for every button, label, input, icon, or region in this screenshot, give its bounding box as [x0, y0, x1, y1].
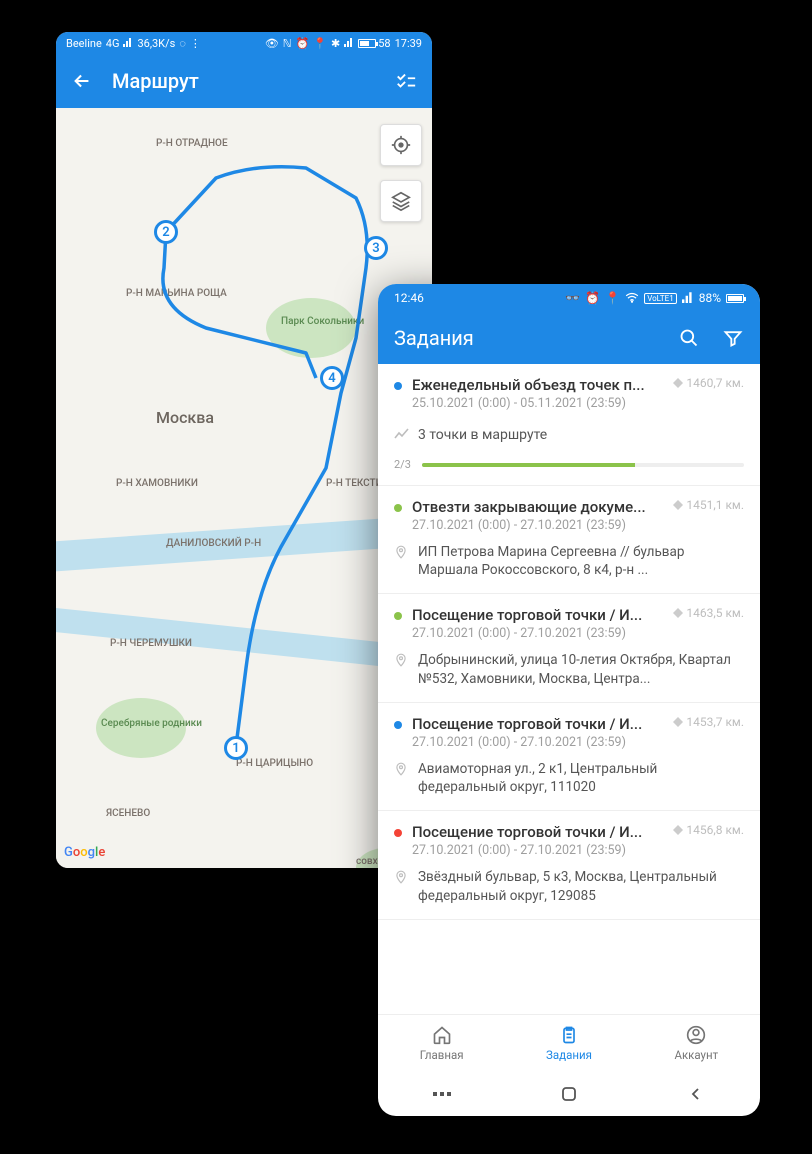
eye-icon: 👁: [265, 37, 279, 50]
task-distance: 1463,5 км.: [673, 606, 744, 620]
location-icon: [394, 761, 410, 781]
nav-label: Аккаунт: [674, 1048, 718, 1062]
task-dates: 27.10.2021 (0:00) - 27.10.2021 (23:59): [412, 735, 663, 750]
bubble-icon: ◌: [179, 37, 186, 50]
status-dot: [394, 382, 402, 390]
points-label: 3 точки в маршруте: [418, 427, 547, 443]
task-title: Отвезти закрывающие докуме...: [412, 498, 663, 516]
dots-icon: ⋮: [190, 37, 201, 50]
task-item[interactable]: Посещение торговой точки / И... 27.10.202…: [378, 811, 760, 919]
home-button[interactable]: [559, 1084, 579, 1104]
nav-account[interactable]: Аккаунт: [633, 1015, 760, 1072]
task-address: Звёздный бульвар, 5 к3, Москва, Централь…: [418, 868, 744, 904]
task-dates: 27.10.2021 (0:00) - 27.10.2021 (23:59): [412, 843, 663, 858]
task-item[interactable]: Еженедельный объезд точек п... 25.10.202…: [378, 364, 760, 486]
appbar-title: Задания: [394, 326, 474, 350]
phone-tasks: 12:46 👓 ⏰ 📍 VoLTE1 88% Задания: [378, 284, 760, 1116]
location-icon: 📍: [313, 37, 327, 50]
battery-icon: 58: [358, 37, 390, 50]
status-dot: [394, 504, 402, 512]
task-distance: 1453,7 км.: [673, 715, 744, 729]
map-pin-1[interactable]: 1: [224, 736, 248, 760]
task-dates: 27.10.2021 (0:00) - 27.10.2021 (23:59): [412, 626, 663, 641]
progress-fraction: 2/3: [394, 458, 412, 471]
google-logo: Google: [64, 845, 105, 860]
locate-button[interactable]: [380, 124, 422, 166]
task-dates: 25.10.2021 (0:00) - 05.11.2021 (23:59): [412, 396, 663, 411]
map-pin-3[interactable]: 3: [364, 236, 388, 260]
network-label: 4G: [106, 37, 120, 50]
bluetooth-icon: ✱: [331, 37, 340, 50]
back-button[interactable]: [70, 69, 94, 93]
appbar: Маршрут: [56, 54, 432, 108]
softkeys: [378, 1072, 760, 1116]
alarm-icon: ⏰: [296, 37, 310, 50]
task-distance: 1456,8 км.: [673, 823, 744, 837]
map-pin-4[interactable]: 4: [320, 366, 344, 390]
location-icon: [394, 652, 410, 672]
nfc-icon: ℕ: [283, 37, 292, 50]
location-icon: 📍: [605, 291, 620, 305]
filter-button[interactable]: [722, 327, 744, 349]
alarm-icon: ⏰: [585, 291, 600, 305]
wifi-icon: [625, 291, 639, 306]
signal-icon: [682, 291, 694, 306]
speed-label: 36,3K/s: [137, 37, 175, 50]
volte-icon: VoLTE1: [644, 293, 677, 304]
nav-home[interactable]: Главная: [378, 1015, 505, 1072]
task-item[interactable]: Посещение торговой точки / И... 27.10.202…: [378, 594, 760, 702]
battery-icon: [726, 294, 744, 303]
task-title: Посещение торговой точки / И...: [412, 823, 663, 841]
task-address: Добрынинский, улица 10-летия Октября, Кв…: [418, 651, 744, 687]
signal-icon: [123, 37, 133, 50]
task-address: ИП Петрова Марина Сергеевна // бульвар М…: [418, 543, 744, 579]
nav-tasks[interactable]: Задания: [505, 1015, 632, 1072]
time-label: 12:46: [394, 291, 424, 305]
task-dates: 27.10.2021 (0:00) - 27.10.2021 (23:59): [412, 518, 663, 533]
battery-label: 88%: [699, 291, 721, 305]
recent-apps-button[interactable]: [432, 1084, 452, 1104]
phone-map: Beeline 4G 36,3K/s ◌ ⋮ 👁 ℕ ⏰ 📍 ✱ 58 17:3…: [56, 32, 432, 868]
map-pin-2[interactable]: 2: [154, 220, 178, 244]
location-icon: [394, 544, 410, 564]
signal-icon-2: [344, 37, 354, 50]
status-dot: [394, 721, 402, 729]
location-icon: [394, 869, 410, 889]
statusbar: Beeline 4G 36,3K/s ◌ ⋮ 👁 ℕ ⏰ 📍 ✱ 58 17:3…: [56, 32, 432, 54]
layers-button[interactable]: [380, 180, 422, 222]
map-view[interactable]: Р-Н ОТРАДНОЕ Р-Н МАРЬИНА РОЩА Парк Сокол…: [56, 108, 432, 868]
bottom-nav: Главная Задания Аккаунт: [378, 1014, 760, 1072]
back-button[interactable]: [686, 1084, 706, 1104]
statusbar: 12:46 👓 ⏰ 📍 VoLTE1 88%: [378, 284, 760, 312]
task-address: Авиамоторная ул., 2 к1, Центральный феде…: [418, 760, 744, 796]
time-label: 17:39: [395, 37, 422, 50]
appbar-title: Маршрут: [112, 69, 199, 93]
task-item[interactable]: Отвезти закрывающие докуме... 27.10.2021 …: [378, 486, 760, 594]
search-button[interactable]: [678, 327, 700, 349]
status-dot: [394, 612, 402, 620]
task-title: Еженедельный объезд точек п...: [412, 376, 663, 394]
task-list[interactable]: Еженедельный объезд точек п... 25.10.202…: [378, 364, 760, 1014]
glasses-icon: 👓: [565, 291, 580, 305]
nav-label: Задания: [546, 1048, 592, 1062]
task-distance: 1460,7 км.: [673, 376, 744, 390]
task-distance: 1451,1 км.: [673, 498, 744, 512]
appbar: Задания: [378, 312, 760, 364]
task-title: Посещение торговой точки / И...: [412, 606, 663, 624]
checklist-button[interactable]: [394, 69, 418, 93]
trend-icon: [394, 425, 410, 444]
carrier-label: Beeline: [66, 37, 102, 50]
nav-label: Главная: [420, 1048, 464, 1062]
task-item[interactable]: Посещение торговой точки / И... 27.10.202…: [378, 703, 760, 811]
progress-bar: [422, 463, 744, 467]
status-dot: [394, 829, 402, 837]
task-title: Посещение торговой точки / И...: [412, 715, 663, 733]
